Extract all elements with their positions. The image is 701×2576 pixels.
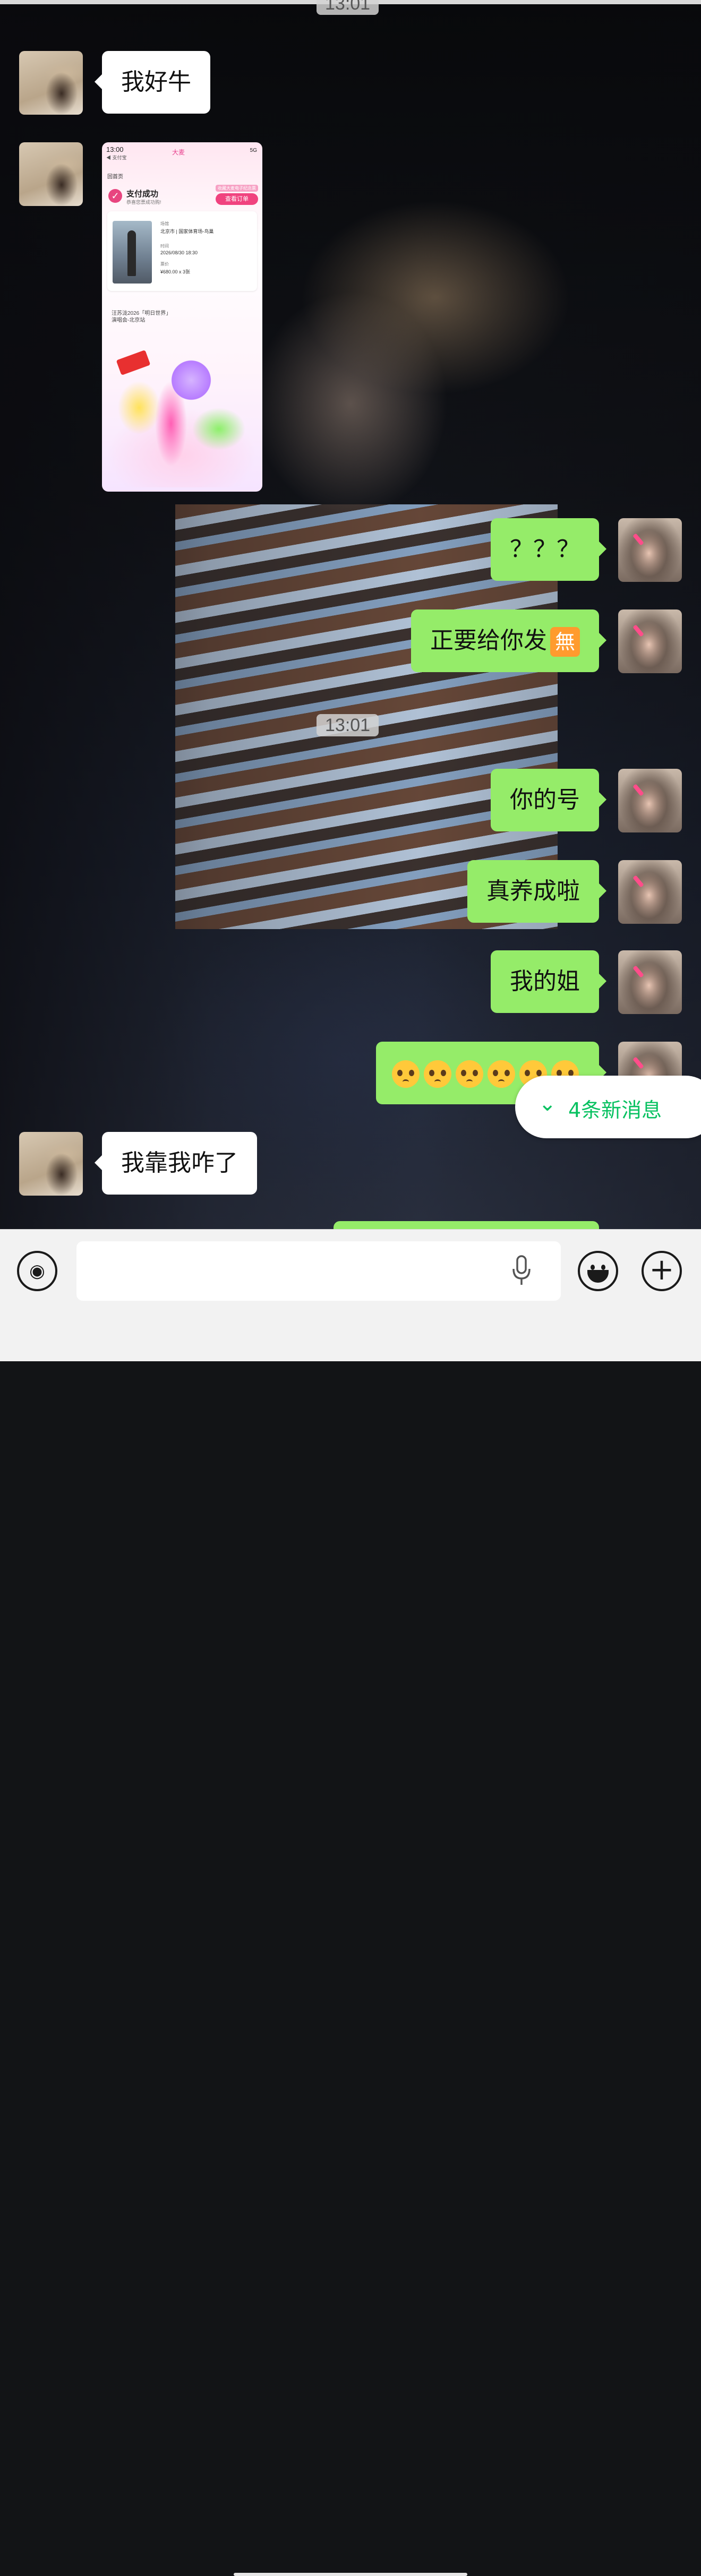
pleading-face-icon: [424, 1060, 451, 1088]
message-bubble-outgoing[interactable]: 我的姐: [491, 950, 606, 1013]
screenshot-time: 时间 2026/08/30 18:30: [160, 244, 198, 255]
my-avatar[interactable]: [618, 518, 682, 582]
my-avatar[interactable]: [618, 769, 682, 832]
new-messages-button[interactable]: ⌄ 4条新消息: [515, 1076, 701, 1138]
image-message[interactable]: 13:00 ◀ 支付宝 大麦 5G 回首页 ✓ 支付成功 恭喜您票成功购! 收藏…: [102, 142, 262, 492]
contact-avatar[interactable]: [19, 51, 83, 115]
screenshot-signal: 5G: [250, 148, 257, 153]
my-avatar[interactable]: [618, 950, 682, 1014]
screenshot-status-time: 13:00: [106, 145, 124, 153]
voice-icon[interactable]: ◉: [17, 1251, 57, 1291]
contact-avatar[interactable]: [19, 1132, 83, 1196]
pleading-face-icon: [392, 1060, 420, 1088]
plus-icon[interactable]: +: [642, 1251, 682, 1291]
message-bubble-outgoing[interactable]: 正要给你发無: [411, 609, 606, 672]
screenshot-show-name: 汪苏泷2026「明日世界」演唱会-北京站: [112, 311, 169, 323]
emoji-wu-icon: 無: [550, 627, 580, 657]
screenshot-pay-title: 支付成功: [126, 190, 159, 199]
screenshot-poster: [113, 221, 152, 284]
pleading-face-icon: [488, 1060, 515, 1088]
pleading-face-icon: [456, 1060, 483, 1088]
screenshot-tag: 收藏大麦电子纪念票: [216, 185, 258, 192]
message-bubble-incoming[interactable]: 我好牛: [95, 51, 210, 114]
double-chevron-down-icon: ⌄: [538, 1092, 557, 1116]
microphone-icon[interactable]: [511, 1255, 532, 1287]
message-bubble-incoming[interactable]: 我靠我咋了: [95, 1132, 257, 1195]
my-avatar[interactable]: [618, 609, 682, 673]
home-indicator: [234, 2573, 467, 2576]
my-avatar[interactable]: [618, 860, 682, 924]
screenshot-pay-subtitle: 恭喜您票成功购!: [126, 200, 161, 205]
screenshot-venue: 场馆 北京市 | 国家体育场-鸟巢: [160, 221, 214, 234]
message-bubble-outgoing[interactable]: 你的号: [491, 769, 606, 831]
screenshot-back-app: ◀ 支付宝: [106, 155, 127, 160]
timestamp: 13:01: [317, 0, 379, 15]
timestamp: 13:01: [317, 714, 379, 736]
screenshot-order-button: 查看订单: [216, 193, 258, 205]
screenshot-price: 票价 ¥680.00 x 3张: [160, 262, 191, 274]
message-text: 正要给你发: [430, 627, 547, 654]
message-input[interactable]: [76, 1241, 561, 1301]
screenshot-illustration: [107, 328, 257, 487]
message-bubble-outgoing[interactable]: 真养成啦: [467, 860, 606, 923]
screenshot-back-link: 回首页: [107, 174, 123, 180]
new-messages-label: 4条新消息: [568, 1098, 662, 1122]
contact-avatar[interactable]: [19, 142, 83, 206]
screenshot-brand: 大麦: [172, 149, 185, 156]
message-bubble-outgoing[interactable]: ？？？: [491, 518, 606, 581]
emoji-icon[interactable]: [578, 1251, 618, 1291]
check-icon: ✓: [108, 189, 122, 203]
chat-input-bar: ◉ +: [0, 1229, 701, 2576]
